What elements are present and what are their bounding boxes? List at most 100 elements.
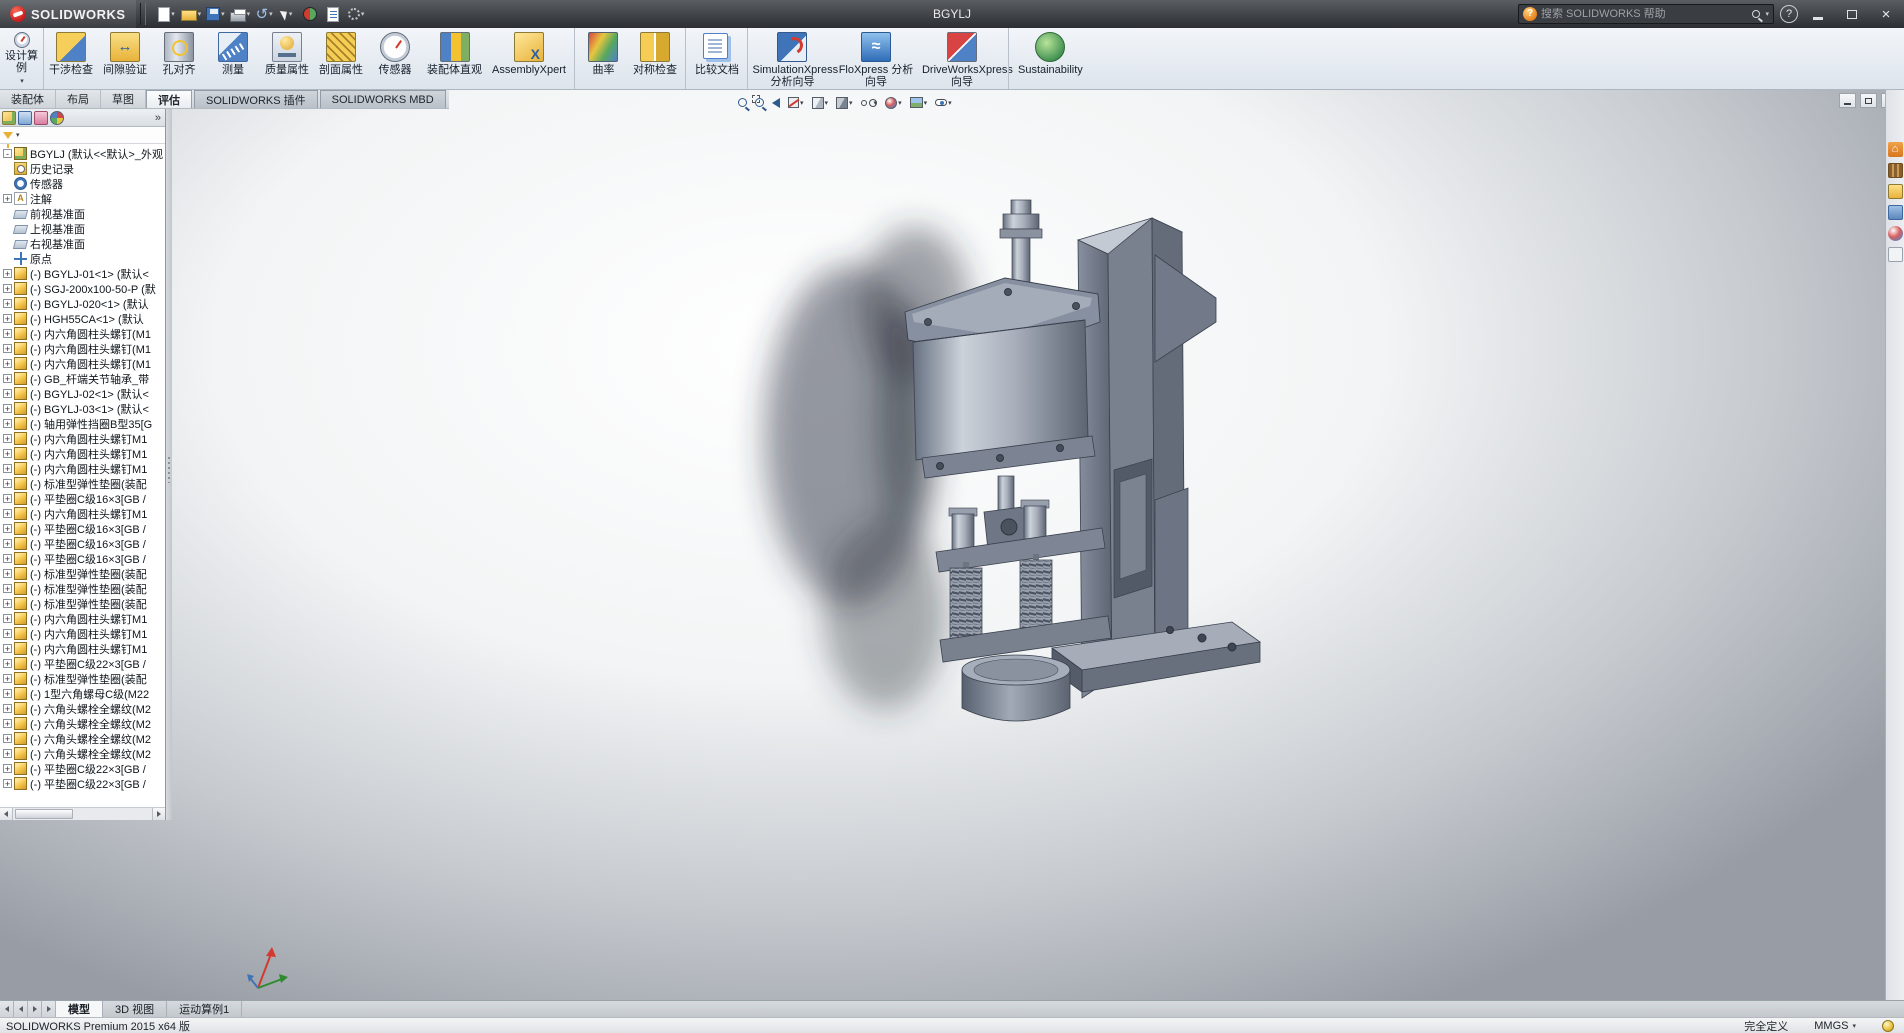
select-button[interactable] bbox=[276, 3, 298, 25]
expand-toggle-icon[interactable] bbox=[3, 284, 12, 293]
apply-scene-button[interactable] bbox=[907, 93, 931, 112]
new-document-button[interactable] bbox=[156, 3, 178, 25]
undo-button[interactable] bbox=[253, 3, 275, 25]
tab-motion-study-1[interactable]: 运动算例1 bbox=[167, 1001, 242, 1017]
simulationxpress-wizard-button[interactable]: SimulationXpress 分析向导 bbox=[747, 28, 833, 89]
expand-toggle-icon[interactable] bbox=[3, 389, 12, 398]
print-button[interactable] bbox=[228, 3, 253, 25]
tab-assembly[interactable]: 装配体 bbox=[0, 90, 56, 108]
sensor-button[interactable]: 传感器 bbox=[368, 28, 422, 89]
tree-item-socket-screw-8[interactable]: (-) 内六角圆柱头螺钉M1 bbox=[2, 611, 165, 626]
floxpress-wizard-button[interactable]: FloXpress 分析向导 bbox=[833, 28, 919, 89]
tree-item-flat-washer-16-2[interactable]: (-) 平垫圈C级16×3[GB / bbox=[2, 521, 165, 536]
expand-toggle-icon[interactable] bbox=[3, 344, 12, 353]
view-orientation-button[interactable] bbox=[809, 93, 832, 112]
scroll-right-button[interactable] bbox=[152, 808, 165, 820]
tree-item-flat-washer-16-1[interactable]: (-) 平垫圈C级16×3[GB / bbox=[2, 491, 165, 506]
zoom-to-area-button[interactable] bbox=[752, 93, 767, 112]
tree-item-spring-washer-5[interactable]: (-) 标准型弹性垫圈(装配 bbox=[2, 671, 165, 686]
tree-item-flat-washer-16-3[interactable]: (-) 平垫圈C级16×3[GB / bbox=[2, 536, 165, 551]
expand-toggle-icon[interactable] bbox=[3, 359, 12, 368]
expand-toggle-icon[interactable] bbox=[3, 704, 12, 713]
expand-toggle-icon[interactable] bbox=[3, 419, 12, 428]
expand-toggle-icon[interactable] bbox=[3, 554, 12, 563]
panel-overflow-chevron-icon[interactable] bbox=[155, 112, 163, 124]
view-settings-button[interactable] bbox=[932, 93, 955, 112]
graphics-viewport[interactable] bbox=[0, 90, 1904, 1000]
rebuild-button[interactable] bbox=[299, 3, 321, 25]
save-button[interactable] bbox=[204, 3, 227, 25]
tab-evaluate[interactable]: 评估 bbox=[146, 90, 192, 108]
tree-item-top-plane[interactable]: 上视基准面 bbox=[2, 221, 165, 236]
tab-solidworks-mbd[interactable]: SOLIDWORKS MBD bbox=[320, 90, 446, 108]
doc-restore-button[interactable] bbox=[1860, 93, 1877, 108]
expand-toggle-icon[interactable] bbox=[3, 314, 12, 323]
interference-check-button[interactable]: 干涉检查 bbox=[44, 28, 98, 89]
expand-toggle-icon[interactable] bbox=[3, 749, 12, 758]
help-search-box[interactable] bbox=[1518, 4, 1774, 24]
section-properties-button[interactable]: 剖面属性 bbox=[314, 28, 368, 89]
tree-horizontal-scrollbar[interactable] bbox=[0, 807, 165, 820]
tree-item-origin[interactable]: 原点 bbox=[2, 251, 165, 266]
tree-item-bgylj-02[interactable]: (-) BGYLJ-02<1> (默认< bbox=[2, 386, 165, 401]
expand-toggle-icon[interactable] bbox=[3, 434, 12, 443]
compare-documents-button[interactable]: 比较文档 bbox=[685, 28, 744, 89]
panel-splitter[interactable] bbox=[166, 109, 172, 820]
tree-item-socket-screw-3[interactable]: (-) 内六角圆柱头螺钉(M1 bbox=[2, 356, 165, 371]
open-document-button[interactable] bbox=[179, 3, 204, 25]
edit-appearance-button[interactable] bbox=[882, 93, 905, 112]
expand-toggle-icon[interactable] bbox=[3, 299, 12, 308]
curvature-button[interactable]: 曲率 bbox=[574, 28, 628, 89]
expand-toggle-icon[interactable] bbox=[3, 524, 12, 533]
minimize-window-button[interactable] bbox=[1804, 4, 1832, 24]
units-selector[interactable]: MMGS bbox=[1814, 1020, 1856, 1032]
tree-item-hgh55ca[interactable]: (-) HGH55CA<1> (默认 bbox=[2, 311, 165, 326]
tree-item-flat-washer-22-1[interactable]: (-) 平垫圈C级22×3[GB / bbox=[2, 656, 165, 671]
help-button[interactable] bbox=[1780, 5, 1798, 23]
expand-toggle-icon[interactable] bbox=[3, 479, 12, 488]
expand-toggle-icon[interactable] bbox=[3, 464, 12, 473]
expand-toggle-icon[interactable] bbox=[3, 659, 12, 668]
assembly-3d-model[interactable] bbox=[700, 170, 1280, 900]
expand-toggle-icon[interactable] bbox=[3, 404, 12, 413]
tab-sketch[interactable]: 草图 bbox=[101, 90, 146, 108]
previous-view-button[interactable] bbox=[769, 93, 783, 112]
scrollbar-thumb[interactable] bbox=[15, 809, 73, 819]
tab-solidworks-addins[interactable]: SOLIDWORKS 插件 bbox=[194, 90, 318, 108]
symmetry-check-button[interactable]: 对称检查 bbox=[628, 28, 682, 89]
next-tab-button[interactable] bbox=[28, 1001, 42, 1017]
display-style-button[interactable] bbox=[833, 93, 856, 112]
tree-item-socket-screw-5[interactable]: (-) 内六角圆柱头螺钉M1 bbox=[2, 446, 165, 461]
maximize-window-button[interactable] bbox=[1838, 4, 1866, 24]
solidworks-resources-icon[interactable] bbox=[1888, 142, 1903, 157]
tree-item-spring-washer-1[interactable]: (-) 标准型弹性垫圈(装配 bbox=[2, 476, 165, 491]
tree-item-socket-screw-9[interactable]: (-) 内六角圆柱头螺钉M1 bbox=[2, 626, 165, 641]
expand-toggle-icon[interactable] bbox=[3, 689, 12, 698]
collapse-toggle[interactable] bbox=[3, 149, 12, 158]
expand-toggle-icon[interactable] bbox=[3, 539, 12, 548]
assembly-visualization-button[interactable]: 装配体直观 bbox=[422, 28, 487, 89]
tree-item-hex-bolt-1[interactable]: (-) 六角头螺栓全螺纹(M2 bbox=[2, 701, 165, 716]
tree-item-flat-washer-16-4[interactable]: (-) 平垫圈C级16×3[GB / bbox=[2, 551, 165, 566]
close-window-button[interactable] bbox=[1872, 4, 1900, 24]
expand-toggle-icon[interactable] bbox=[3, 194, 12, 203]
expand-toggle-icon[interactable] bbox=[3, 614, 12, 623]
expand-toggle-icon[interactable] bbox=[3, 629, 12, 638]
design-library-icon[interactable] bbox=[1888, 163, 1903, 178]
doc-minimize-button[interactable] bbox=[1839, 93, 1856, 108]
expand-toggle-icon[interactable] bbox=[3, 374, 12, 383]
tree-item-sensors[interactable]: 传感器 bbox=[2, 176, 165, 191]
tab-3d-views[interactable]: 3D 视图 bbox=[103, 1001, 167, 1017]
measure-button[interactable]: 测量 bbox=[206, 28, 260, 89]
expand-toggle-icon[interactable] bbox=[3, 494, 12, 503]
custom-properties-icon[interactable] bbox=[1888, 247, 1903, 262]
tree-item-bgylj-020[interactable]: (-) BGYLJ-020<1> (默认 bbox=[2, 296, 165, 311]
first-tab-button[interactable] bbox=[0, 1001, 14, 1017]
expand-toggle-icon[interactable] bbox=[3, 599, 12, 608]
tree-item-flat-washer-22-2[interactable]: (-) 平垫圈C级22×3[GB / bbox=[2, 761, 165, 776]
expand-toggle-icon[interactable] bbox=[3, 569, 12, 578]
expand-toggle-icon[interactable] bbox=[3, 674, 12, 683]
tree-item-bgylj-03[interactable]: (-) BGYLJ-03<1> (默认< bbox=[2, 401, 165, 416]
expand-toggle-icon[interactable] bbox=[3, 329, 12, 338]
tree-item-socket-screw-2[interactable]: (-) 内六角圆柱头螺钉(M1 bbox=[2, 341, 165, 356]
